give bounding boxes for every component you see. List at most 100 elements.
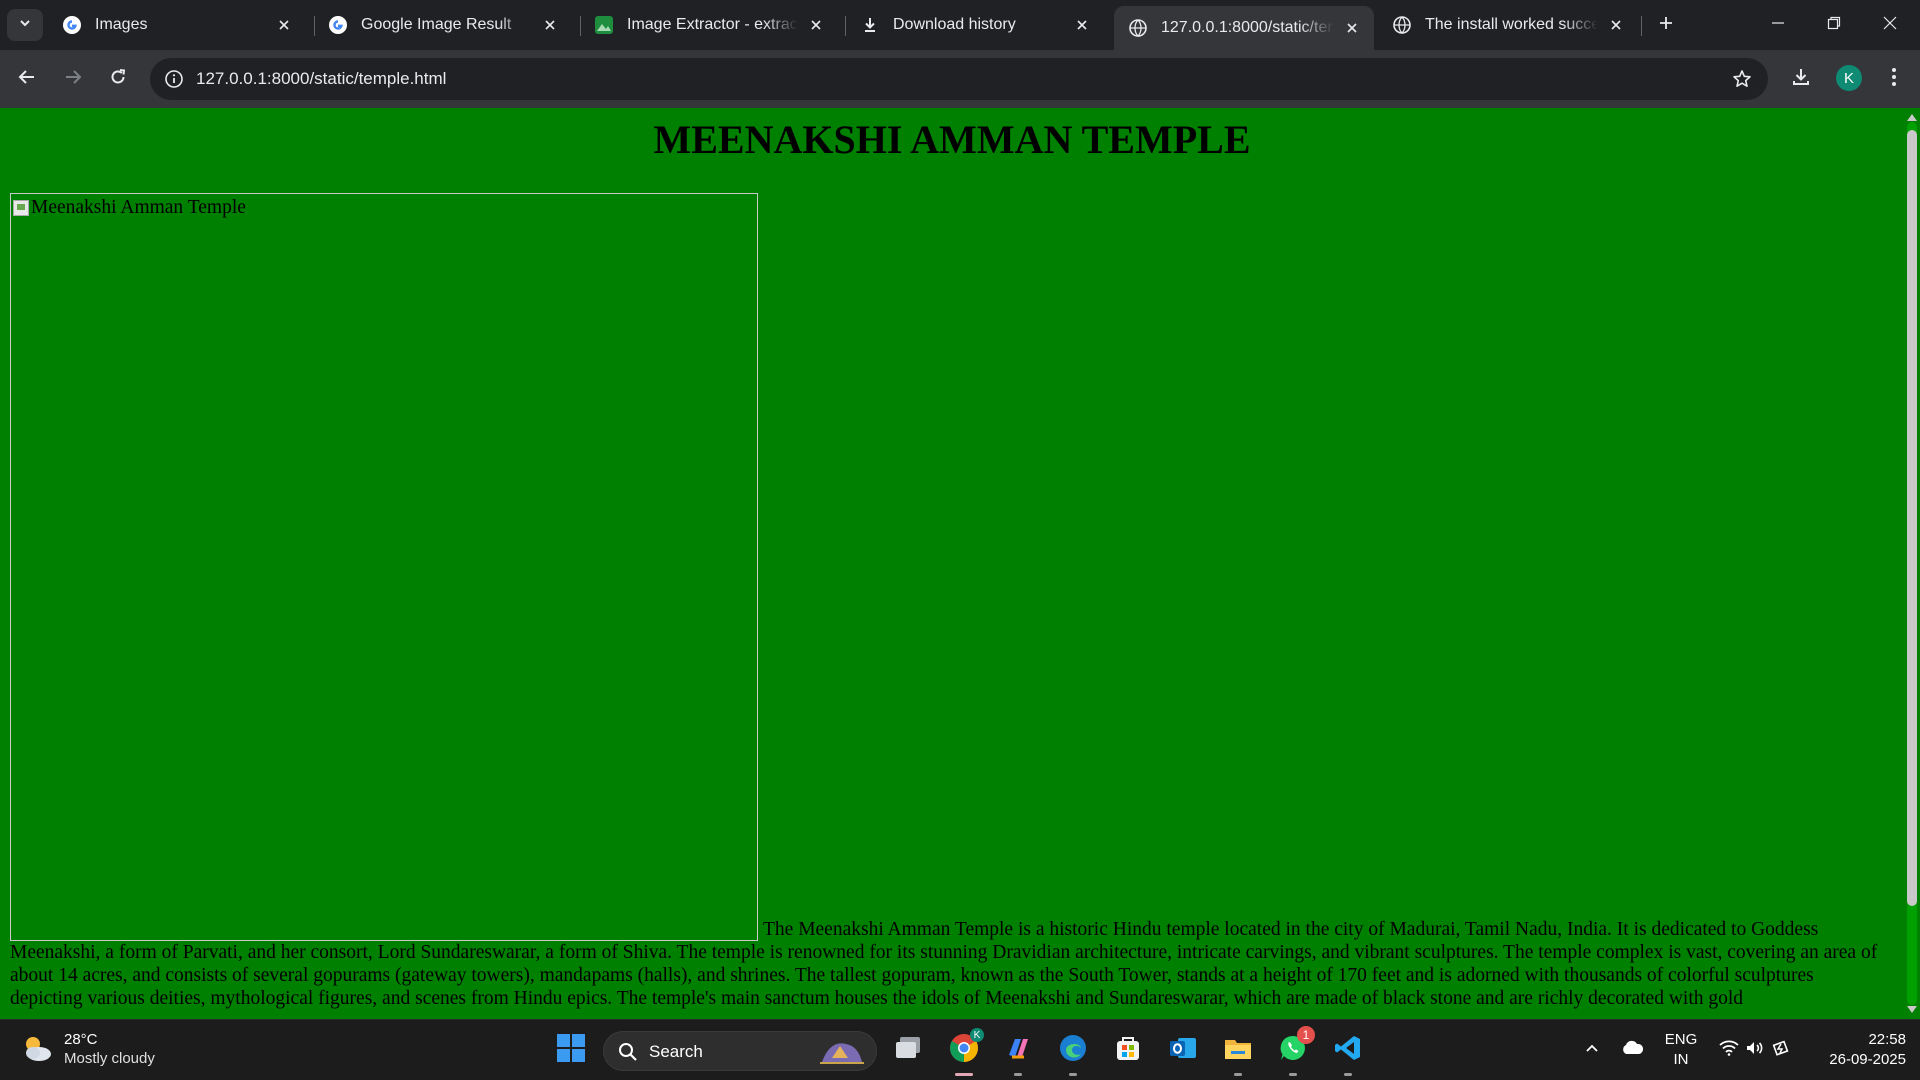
image-extractor-icon (594, 15, 614, 35)
kebab-menu-icon (1891, 67, 1897, 92)
globe-icon (1392, 15, 1412, 35)
partly-cloudy-icon (20, 1032, 54, 1066)
quick-settings-button[interactable] (1712, 1030, 1798, 1070)
bookmark-star-icon[interactable] (1730, 67, 1754, 91)
file-explorer-icon (1223, 1034, 1253, 1067)
whatsapp-taskbar-button[interactable]: 1 (1273, 1026, 1315, 1076)
close-window-button[interactable] (1862, 0, 1918, 50)
tab-images[interactable]: Images (48, 6, 306, 44)
vscode-icon (1333, 1033, 1363, 1068)
url-text[interactable]: 127.0.0.1:8000/static/temple.html (196, 69, 446, 89)
search-icon (618, 1042, 638, 1067)
close-icon (1883, 16, 1897, 35)
back-button[interactable] (9, 61, 45, 97)
downloads-button[interactable] (1783, 61, 1819, 97)
menu-button[interactable] (1876, 61, 1912, 97)
running-indicator (1234, 1073, 1242, 1076)
google-g-icon (328, 15, 348, 35)
arrow-left-icon (17, 67, 37, 92)
copilot-icon (1003, 1033, 1033, 1068)
tab-title: Images (95, 16, 148, 33)
volume-icon (1745, 1040, 1765, 1061)
close-icon[interactable] (806, 15, 826, 35)
weather-widget[interactable]: 28°C Mostly cloudy (20, 1030, 155, 1068)
tab-title: Google Image Result (361, 16, 512, 33)
windows-logo-icon (556, 1033, 586, 1068)
clock[interactable]: 22:58 26-09-2025 (1810, 1030, 1906, 1070)
tab-title: Image Extractor - extract.pics (627, 16, 798, 33)
weather-condition: Mostly cloudy (64, 1050, 155, 1067)
clock-time: 22:58 (1868, 1031, 1906, 1048)
outlook-icon (1168, 1033, 1198, 1068)
edge-icon (1058, 1033, 1088, 1068)
scrollbar-thumb[interactable] (1907, 130, 1917, 906)
page-scrollbar[interactable] (1904, 108, 1920, 1019)
task-view-icon (894, 1035, 922, 1066)
close-icon[interactable] (1342, 18, 1362, 38)
running-indicator (1344, 1073, 1352, 1076)
battery-charging-icon (1771, 1040, 1791, 1061)
tab-download-history[interactable]: Download history (846, 6, 1104, 44)
close-icon[interactable] (274, 15, 294, 35)
tab-strip: Images Google Image Result Image Extract… (0, 0, 1920, 50)
windows-taskbar: 28°C Mostly cloudy Search K 1 ENG IN 22:… (0, 1019, 1920, 1080)
profile-avatar[interactable]: K (1836, 65, 1862, 91)
store-taskbar-button[interactable] (1108, 1030, 1148, 1070)
language-indicator[interactable]: ENG IN (1658, 1030, 1704, 1070)
tab-image-extractor[interactable]: Image Extractor - extract.pics (580, 6, 838, 44)
tab-title: The install worked successfully (1425, 16, 1598, 33)
running-indicator (1069, 1073, 1077, 1076)
restore-button[interactable] (1806, 0, 1862, 50)
taskbar-search[interactable]: Search (603, 1031, 877, 1071)
broken-image-placeholder: Meenakshi Amman Temple (13, 196, 246, 219)
minimize-button[interactable] (1750, 0, 1806, 50)
onedrive-button[interactable] (1614, 1030, 1650, 1070)
tab-title: Download history (893, 16, 1016, 33)
start-button[interactable] (551, 1030, 591, 1070)
close-icon[interactable] (1606, 15, 1626, 35)
running-indicator (955, 1073, 973, 1076)
chevron-up-icon (1584, 1040, 1600, 1061)
browser-toolbar: 127.0.0.1:8000/static/temple.html K (0, 50, 1920, 108)
task-view-button[interactable] (888, 1030, 928, 1070)
scroll-down-arrow-icon[interactable] (1907, 1006, 1917, 1013)
minimize-icon (1771, 16, 1785, 35)
download-icon (1790, 66, 1812, 93)
tab-temple-page[interactable]: 127.0.0.1:8000/static/temple.html (1114, 6, 1374, 50)
address-bar[interactable]: 127.0.0.1:8000/static/temple.html (150, 58, 1768, 100)
close-icon[interactable] (540, 15, 560, 35)
chrome-profile-badge: K (970, 1028, 984, 1042)
search-highlight-illustration-icon (818, 1036, 866, 1071)
show-hidden-icons-button[interactable] (1574, 1030, 1610, 1070)
vscode-taskbar-button[interactable] (1328, 1030, 1368, 1076)
restore-icon (1827, 16, 1841, 35)
outlook-taskbar-button[interactable] (1163, 1030, 1203, 1070)
running-indicator (1014, 1073, 1022, 1076)
chrome-taskbar-button[interactable]: K (944, 1028, 984, 1076)
new-tab-button[interactable] (1652, 11, 1680, 39)
language-code: ENG (1664, 1031, 1698, 1048)
tab-install-worked[interactable]: The install worked successfully (1378, 6, 1638, 44)
file-explorer-taskbar-button[interactable] (1218, 1030, 1258, 1076)
scroll-up-arrow-icon[interactable] (1907, 114, 1917, 121)
page-content: Meenakshi Amman Temple The Meenakshi Amm… (10, 193, 1890, 1010)
forward-button[interactable] (55, 61, 91, 97)
plus-icon (1658, 15, 1674, 36)
reload-icon (108, 67, 128, 92)
onedrive-cloud-icon (1620, 1040, 1644, 1061)
notification-badge: 1 (1297, 1026, 1315, 1044)
site-info-icon[interactable] (162, 67, 186, 91)
edge-taskbar-button[interactable] (1053, 1030, 1093, 1076)
weather-temperature: 28°C (64, 1031, 98, 1048)
copilot-taskbar-button[interactable] (998, 1030, 1038, 1076)
search-label: Search (649, 1042, 703, 1061)
clock-date: 26-09-2025 (1829, 1051, 1906, 1068)
tab-search-button[interactable] (7, 9, 43, 41)
temple-image-broken: Meenakshi Amman Temple (10, 193, 758, 941)
reload-button[interactable] (100, 61, 136, 97)
tab-google-image-result[interactable]: Google Image Result (314, 6, 572, 44)
broken-image-icon (13, 199, 29, 216)
download-icon (860, 15, 880, 35)
close-icon[interactable] (1072, 15, 1092, 35)
running-indicator (1289, 1073, 1297, 1076)
